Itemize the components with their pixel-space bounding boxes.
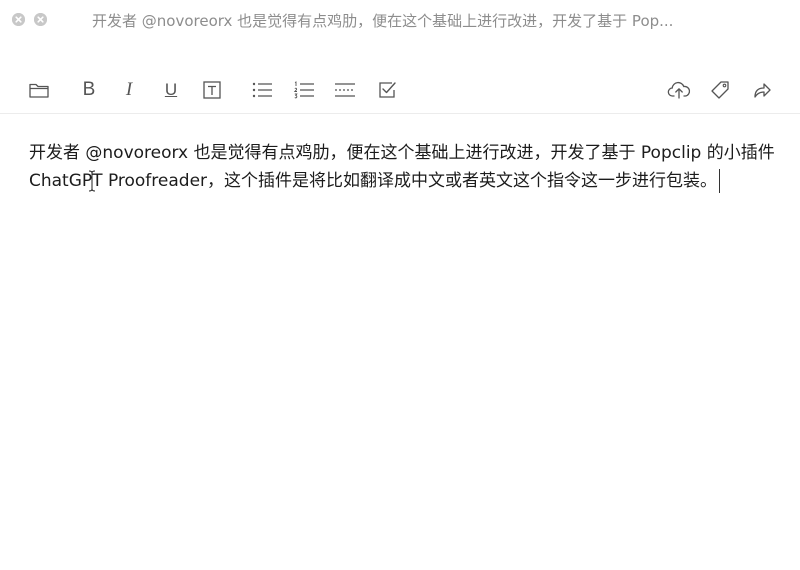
italic-label: I (125, 79, 133, 100)
checkbox-icon (379, 82, 396, 98)
folder-icon (29, 83, 49, 98)
formatting-toolbar: B I U (0, 70, 800, 110)
text-box-button[interactable] (200, 78, 224, 102)
italic-button[interactable]: I (117, 78, 141, 102)
editor-body[interactable]: 开发者 @novoreorx 也是觉得有点鸡肋，便在这个基础上进行改进，开发了基… (29, 139, 779, 195)
cloud-upload-icon (667, 81, 691, 99)
horizontal-rule-button[interactable] (333, 78, 357, 102)
bullet-list-button[interactable] (250, 78, 274, 102)
dotted-lines-icon (335, 83, 355, 97)
editor-text: 开发者 @novoreorx 也是觉得有点鸡肋，便在这个基础上进行改进，开发了基… (29, 143, 775, 191)
bold-button[interactable]: B (77, 78, 101, 102)
text-caret (719, 169, 721, 193)
share-arrow-icon (754, 83, 771, 98)
title-bar: 开发者 @novoreorx 也是觉得有点鸡肋，便在这个基础上进行改进，开发了基… (0, 0, 800, 40)
text-box-icon (203, 81, 221, 99)
upload-button[interactable] (667, 78, 691, 102)
underline-button[interactable]: U (159, 78, 183, 102)
close-icon (34, 13, 47, 26)
tag-button[interactable] (708, 78, 732, 102)
editor-window: 开发者 @novoreorx 也是觉得有点鸡肋，便在这个基础上进行改进，开发了基… (0, 0, 800, 570)
numbered-list-button[interactable] (292, 78, 316, 102)
ibeam-cursor-icon (88, 170, 96, 192)
tag-icon (711, 81, 729, 99)
underline-label: U (164, 80, 178, 99)
numbered-list-icon (293, 81, 314, 99)
bold-label: B (82, 79, 96, 100)
folder-button[interactable] (27, 78, 51, 102)
checkbox-button[interactable] (375, 78, 399, 102)
minimize-window-button[interactable] (34, 13, 47, 26)
bullet-list-icon (252, 82, 272, 98)
close-icon (12, 13, 25, 26)
toolbar-divider (0, 113, 800, 114)
window-title: 开发者 @novoreorx 也是觉得有点鸡肋，便在这个基础上进行改进，开发了基… (92, 12, 674, 30)
close-window-button[interactable] (12, 13, 25, 26)
window-controls (12, 13, 47, 26)
share-button[interactable] (750, 78, 774, 102)
